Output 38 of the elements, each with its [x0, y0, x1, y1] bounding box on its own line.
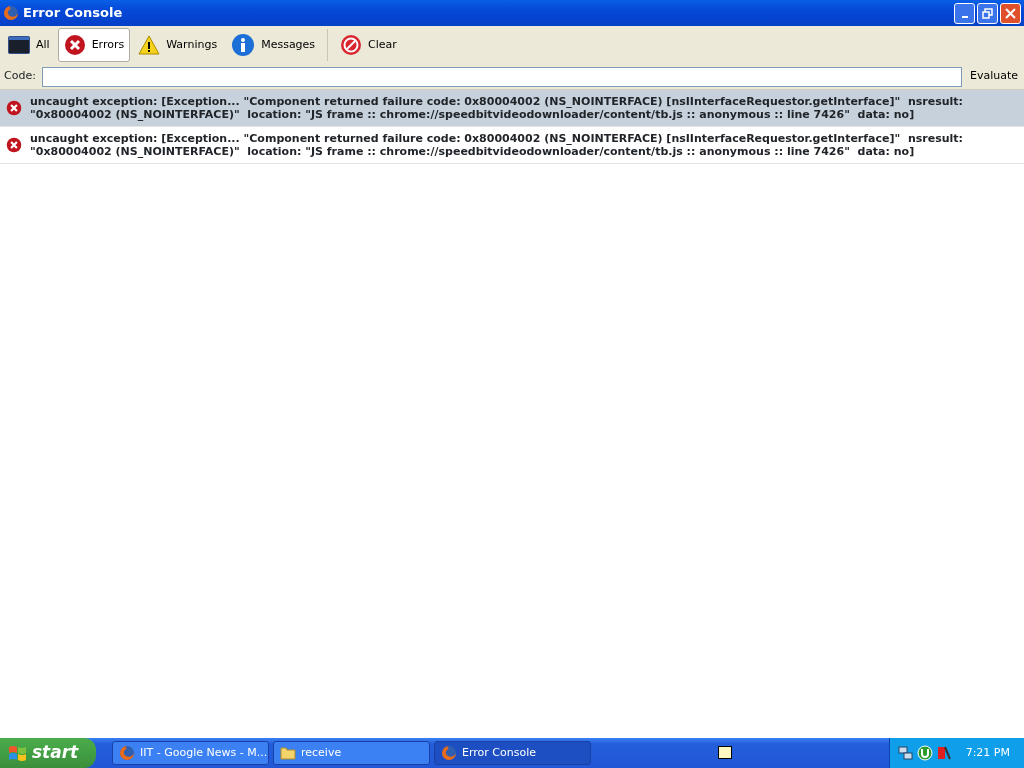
- filter-tab[interactable]: All: [2, 28, 56, 62]
- error-icon: [6, 137, 22, 153]
- clear-icon: [340, 34, 363, 56]
- windows-logo-icon: [8, 744, 28, 762]
- filter-tab[interactable]: Warnings: [132, 28, 224, 62]
- taskbar-button[interactable]: Error Console: [434, 741, 591, 765]
- firefox-icon: [119, 745, 135, 761]
- torrent-icon[interactable]: [916, 745, 933, 761]
- clear-button[interactable]: Clear: [334, 28, 403, 62]
- network-icon[interactable]: [897, 745, 914, 761]
- help-icon[interactable]: [717, 746, 732, 760]
- message-row[interactable]: [0, 90, 1024, 127]
- window-title: Error Console: [23, 4, 124, 23]
- firefox-icon: [3, 5, 19, 21]
- code-label: Code:: [4, 68, 36, 85]
- warning-icon: [138, 35, 161, 55]
- evaluate-button[interactable]: Evaluate: [967, 68, 1020, 85]
- shield-icon[interactable]: [935, 745, 952, 761]
- error-icon: [6, 100, 22, 116]
- restore-icon: [982, 7, 993, 19]
- taskbar-button[interactable]: IIT - Google News - M...: [112, 741, 269, 765]
- filter-tab[interactable]: Messages: [225, 28, 322, 62]
- close-button[interactable]: [1000, 2, 1021, 24]
- minimize-button[interactable]: [954, 2, 975, 24]
- message-text: uncaught exception: [Exception... "Component returned failure code: 0x80004002 (NS_NOINTERFACE) [nsIInterfaceRequestor.getInterface]" nsresult: "0x80004002 (NS_NOINTERFACE)" location: "JS frame :: chrome://speedbitvideodownloader/content/tb.js :: anonymous :: line 7426" data: no]: [30, 132, 964, 158]
- filter-tab[interactable]: Errors: [57, 28, 131, 62]
- close-icon: [1005, 7, 1016, 19]
- folder-icon: [280, 746, 296, 760]
- code-input-field[interactable]: [41, 66, 962, 87]
- info-icon: [231, 33, 256, 57]
- firefox-icon: [441, 745, 457, 761]
- taskbar-button[interactable]: receive: [273, 741, 430, 765]
- message-text: uncaught exception: [Exception... "Component returned failure code: 0x80004002 (NS_NOINTERFACE) [nsIInterfaceRequestor.getInterface]" nsresult: "0x80004002 (NS_NOINTERFACE)" location: "JS frame :: chrome://speedbitvideodownloader/content/tb.js :: anonymous :: line 7426" data: no]: [30, 95, 964, 121]
- minimize-icon: [961, 16, 968, 18]
- error-icon: [63, 34, 86, 56]
- console-icon: [8, 36, 30, 54]
- clock: 7:21 PM: [965, 744, 1010, 761]
- restore-button[interactable]: [977, 2, 998, 24]
